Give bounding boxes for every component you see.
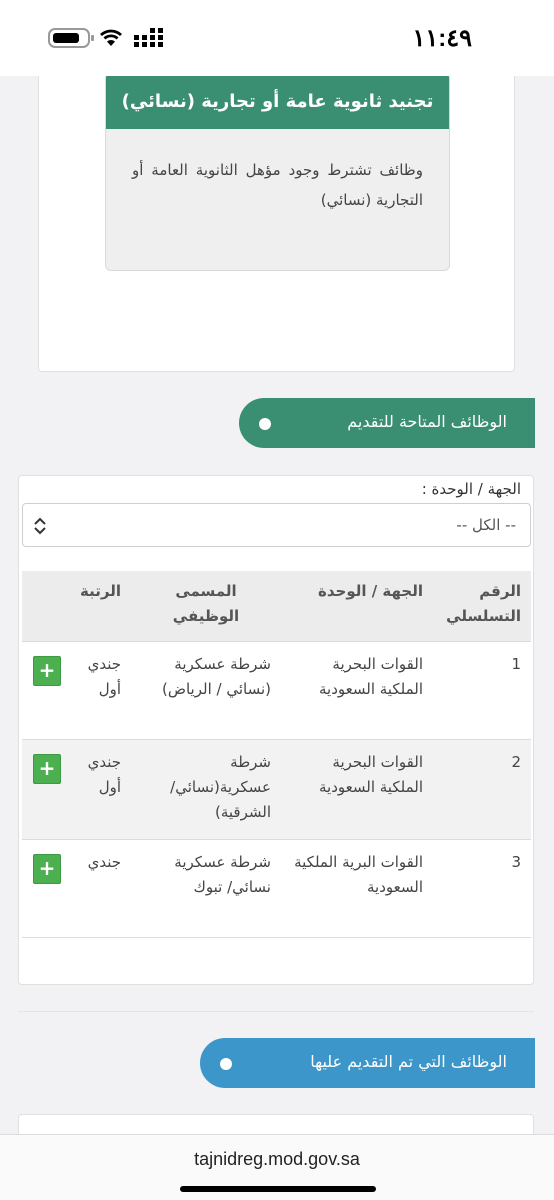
chevron-updown-icon xyxy=(34,517,46,535)
jobs-table-card: الجهة / الوحدة : -- الكل -- الرقم التسلس… xyxy=(18,475,534,985)
cell-unit: القوات البحرية الملكية السعودية xyxy=(319,753,423,796)
table-row: 3 القوات البرية الملكية السعودية شرطة عس… xyxy=(22,840,531,938)
job-category-section: تجنيد ثانوية عامة أو تجارية (نسائي) وظائ… xyxy=(38,76,515,372)
unit-filter-label: الجهة / الوحدة : xyxy=(421,480,521,498)
page-content: تجنيد ثانوية عامة أو تجارية (نسائي) وظائ… xyxy=(0,76,554,1134)
table-header: الرقم التسلسلي الجهة / الوحدة المسمى الو… xyxy=(22,571,531,642)
url-text[interactable]: tajnidreg.mod.gov.sa xyxy=(0,1149,554,1170)
cell-title: شرطة عسكرية(نسائي/ الشرقية) xyxy=(170,753,271,821)
bullet-dot-icon xyxy=(259,418,271,430)
cellular-icon xyxy=(134,28,163,47)
header-serial: الرقم التسلسلي xyxy=(446,582,521,625)
cell-title: شرطة عسكرية نسائي/ تبوك xyxy=(174,853,271,896)
job-category-description: وظائف تشترط وجود مؤهل الثانوية العامة أو… xyxy=(132,161,423,209)
cell-unit: القوات البرية الملكية السعودية xyxy=(294,853,423,896)
header-rank: الرتبة xyxy=(80,582,121,600)
section-divider xyxy=(18,1011,534,1012)
available-jobs-label: الوظائف المتاحة للتقديم xyxy=(347,412,507,431)
cell-serial: 3 xyxy=(511,853,521,871)
cell-serial: 1 xyxy=(511,655,521,673)
home-indicator[interactable] xyxy=(180,1186,376,1192)
cell-title: شرطة عسكرية (نسائي / الرياض) xyxy=(162,655,271,698)
battery-icon xyxy=(48,28,94,48)
applied-jobs-heading: الوظائف التي تم التقديم عليها xyxy=(200,1038,535,1088)
applied-jobs-label: الوظائف التي تم التقديم عليها xyxy=(310,1052,507,1071)
browser-url-bar[interactable]: tajnidreg.mod.gov.sa xyxy=(0,1134,554,1200)
header-title: المسمى الوظيفي xyxy=(172,582,240,625)
bullet-dot-icon xyxy=(220,1058,232,1070)
job-category-card[interactable]: تجنيد ثانوية عامة أو تجارية (نسائي) وظائ… xyxy=(105,76,450,271)
wifi-icon xyxy=(100,29,122,46)
cell-serial: 2 xyxy=(511,753,521,771)
unit-filter-value: -- الكل -- xyxy=(456,516,516,534)
header-unit: الجهة / الوحدة xyxy=(317,582,423,600)
unit-filter-select[interactable]: -- الكل -- xyxy=(22,503,531,547)
cell-rank: جندي أول xyxy=(87,655,121,698)
table-row: 2 القوات البحرية الملكية السعودية شرطة ع… xyxy=(22,740,531,840)
cell-rank: جندي xyxy=(87,853,121,871)
apply-button[interactable]: + xyxy=(33,854,61,884)
cell-rank: جندي أول xyxy=(87,753,121,796)
jobs-table: الرقم التسلسلي الجهة / الوحدة المسمى الو… xyxy=(22,571,531,938)
available-jobs-heading: الوظائف المتاحة للتقديم xyxy=(239,398,535,448)
cell-unit: القوات البحرية الملكية السعودية xyxy=(319,655,423,698)
apply-button[interactable]: + xyxy=(33,754,61,784)
table-row: 1 القوات البحرية الملكية السعودية شرطة ع… xyxy=(22,642,531,740)
apply-button[interactable]: + xyxy=(33,656,61,686)
applied-jobs-card xyxy=(18,1114,534,1134)
job-category-title: تجنيد ثانوية عامة أو تجارية (نسائي) xyxy=(106,76,449,129)
status-time: ١١:٤٩ xyxy=(412,25,472,52)
status-bar: ١١:٤٩ xyxy=(0,0,554,76)
